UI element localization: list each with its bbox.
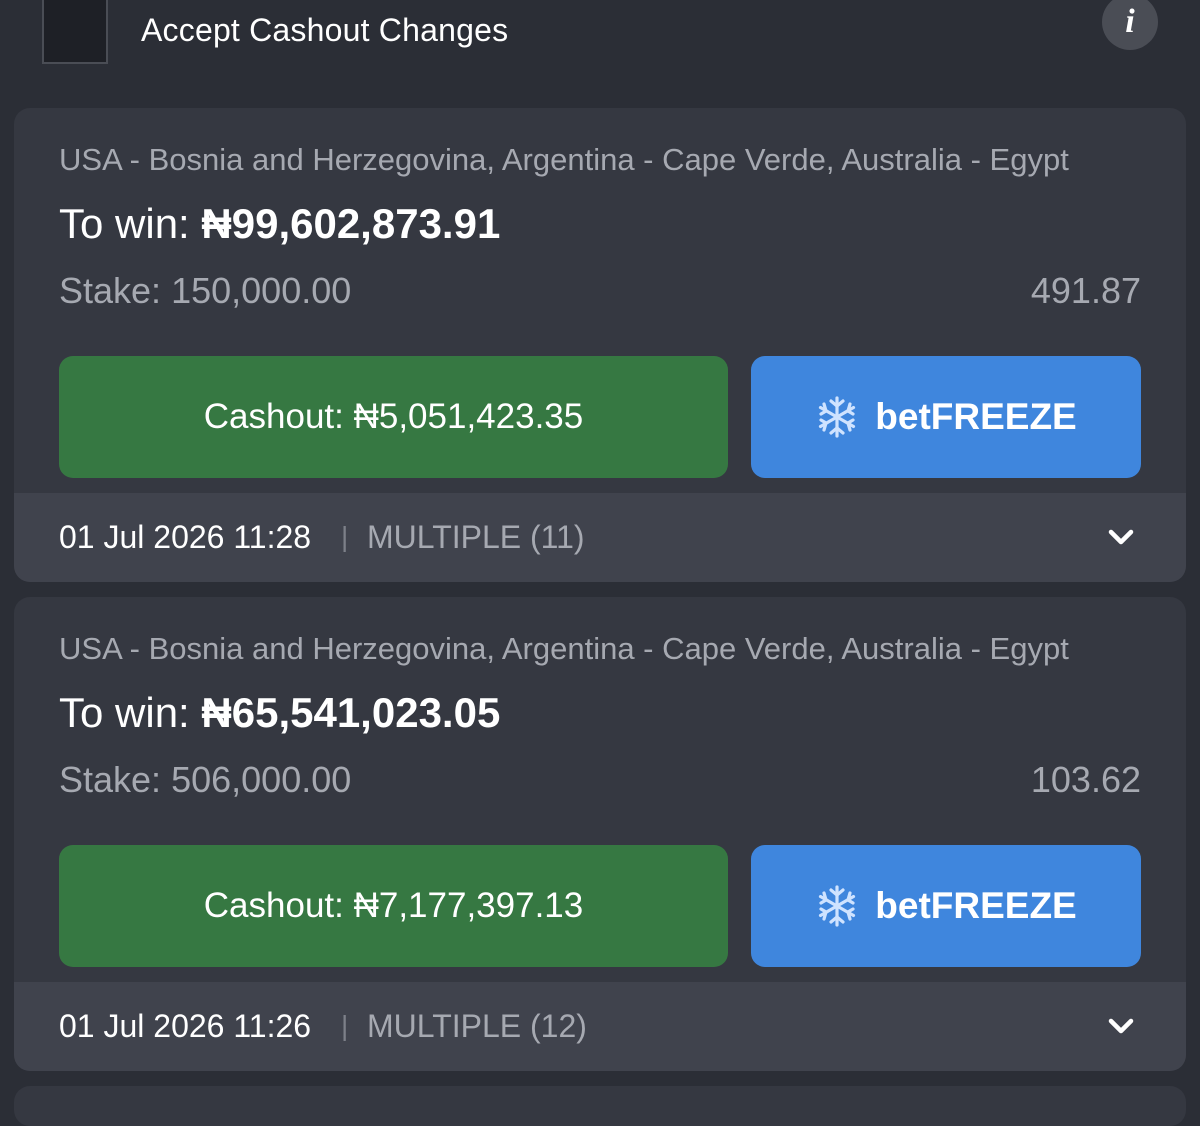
total-odds: 491.87: [1030, 270, 1141, 311]
bet-card-footer[interactable]: 01 Jul 2026 11:28 | MULTIPLE (11): [14, 493, 1186, 582]
bet-type: MULTIPLE (11): [367, 519, 585, 555]
bet-date: 01 Jul 2026 11:26: [59, 1008, 312, 1044]
to-win-label: To win:: [59, 200, 190, 247]
cashout-amount: ₦7,177,397.13: [353, 886, 584, 925]
stake: Stake: 506,000.00: [59, 759, 351, 801]
cashout-settings-bar: Accept Cashout Changes i: [0, 0, 1200, 96]
bet-type: MULTIPLE (12): [367, 1008, 587, 1044]
betfreeze-label: betFREEZE: [875, 396, 1077, 437]
cashout-button[interactable]: Cashout: ₦7,177,397.13: [59, 845, 728, 967]
bet-card-partial: [14, 1086, 1186, 1126]
cashout-amount: ₦5,051,423.35: [353, 397, 584, 436]
to-win-amount: ₦65,541,023.05: [201, 689, 501, 736]
total-odds: 103.62: [1030, 759, 1141, 800]
stake-label: Stake:: [59, 270, 162, 311]
snowflake-icon: [815, 884, 859, 928]
betfreeze-button[interactable]: betFREEZE: [751, 356, 1141, 478]
bet-card-footer[interactable]: 01 Jul 2026 11:26 | MULTIPLE (12): [14, 982, 1186, 1071]
to-win-label: To win:: [59, 689, 190, 736]
stake-label: Stake:: [59, 759, 162, 800]
snowflake-icon: [815, 395, 859, 439]
bet-card: USA - Bosnia and Herzegovina, Argentina …: [14, 108, 1186, 582]
bet-events: USA - Bosnia and Herzegovina, Argentina …: [59, 631, 1069, 666]
bet-card: USA - Bosnia and Herzegovina, Argentina …: [14, 597, 1186, 1071]
footer-separator: |: [341, 1010, 349, 1041]
accept-changes-label: Accept Cashout Changes: [141, 12, 509, 48]
to-win-amount: ₦99,602,873.91: [201, 200, 501, 247]
stake: Stake: 150,000.00: [59, 270, 351, 312]
accept-changes-checkbox[interactable]: [42, 0, 108, 64]
bet-events: USA - Bosnia and Herzegovina, Argentina …: [59, 142, 1069, 177]
to-win: To win: ₦99,602,873.91: [59, 200, 500, 248]
betfreeze-label: betFREEZE: [875, 885, 1077, 926]
betfreeze-button[interactable]: betFREEZE: [751, 845, 1141, 967]
chevron-down-icon[interactable]: [1106, 1012, 1136, 1042]
bet-date: 01 Jul 2026 11:28: [59, 519, 312, 555]
cashout-label: Cashout:: [203, 886, 344, 925]
stake-value: 150,000.00: [171, 270, 352, 311]
info-icon[interactable]: i: [1102, 0, 1158, 50]
cashout-label: Cashout:: [203, 397, 344, 436]
footer-separator: |: [341, 521, 349, 552]
stake-value: 506,000.00: [171, 759, 352, 800]
chevron-down-icon[interactable]: [1106, 523, 1136, 553]
cashout-button[interactable]: Cashout: ₦5,051,423.35: [59, 356, 728, 478]
to-win: To win: ₦65,541,023.05: [59, 689, 500, 737]
